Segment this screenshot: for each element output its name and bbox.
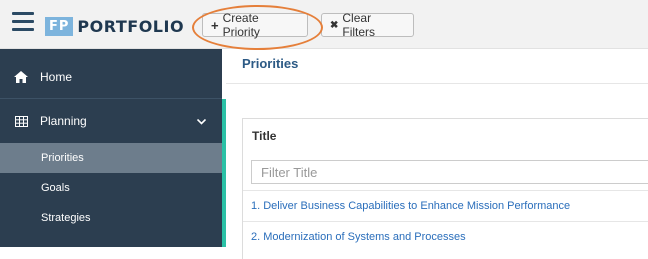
table-row[interactable]: 1. Deliver Business Capabilities to Enha…: [251, 200, 570, 212]
logo-badge: FP: [45, 16, 74, 36]
row-divider: [243, 221, 648, 222]
sidebar-item-planning[interactable]: Planning: [0, 100, 222, 142]
sidebar-item-label: Planning: [40, 114, 87, 128]
app-logo[interactable]: FP PORTFOLIO: [45, 15, 184, 37]
plus-icon: +: [211, 17, 219, 33]
clear-filters-label: Clear Filters: [342, 11, 376, 39]
menu-icon[interactable]: [12, 12, 34, 34]
table-icon: [14, 115, 28, 127]
top-bar: FP PORTFOLIO + Create Priority ✖ Clear F…: [0, 0, 648, 50]
sidebar-item-goals[interactable]: Goals: [0, 173, 222, 203]
home-icon: [14, 70, 28, 83]
divider: [226, 83, 648, 84]
create-priority-label: Create Priority: [222, 11, 260, 39]
table-row[interactable]: 2. Modernization of Systems and Processe…: [251, 231, 466, 243]
sidebar-item-label: Home: [40, 69, 73, 84]
clear-filters-button[interactable]: ✖ Clear Filters: [321, 11, 414, 39]
sidebar-item-home[interactable]: Home: [0, 55, 222, 99]
close-icon: ✖: [330, 19, 339, 31]
page-title: Priorities: [242, 56, 299, 71]
sidebar-item-strategies[interactable]: Strategies: [0, 203, 222, 233]
column-header-title[interactable]: Title: [252, 129, 276, 143]
sidebar-item-priorities[interactable]: Priorities: [0, 143, 222, 173]
filter-title-input[interactable]: [251, 160, 648, 184]
logo-text: PORTFOLIO: [77, 16, 185, 36]
row-divider: [243, 190, 648, 191]
sidebar-active-accent: [222, 99, 226, 247]
chevron-down-icon[interactable]: [196, 114, 207, 128]
create-priority-button[interactable]: + Create Priority: [202, 11, 308, 39]
